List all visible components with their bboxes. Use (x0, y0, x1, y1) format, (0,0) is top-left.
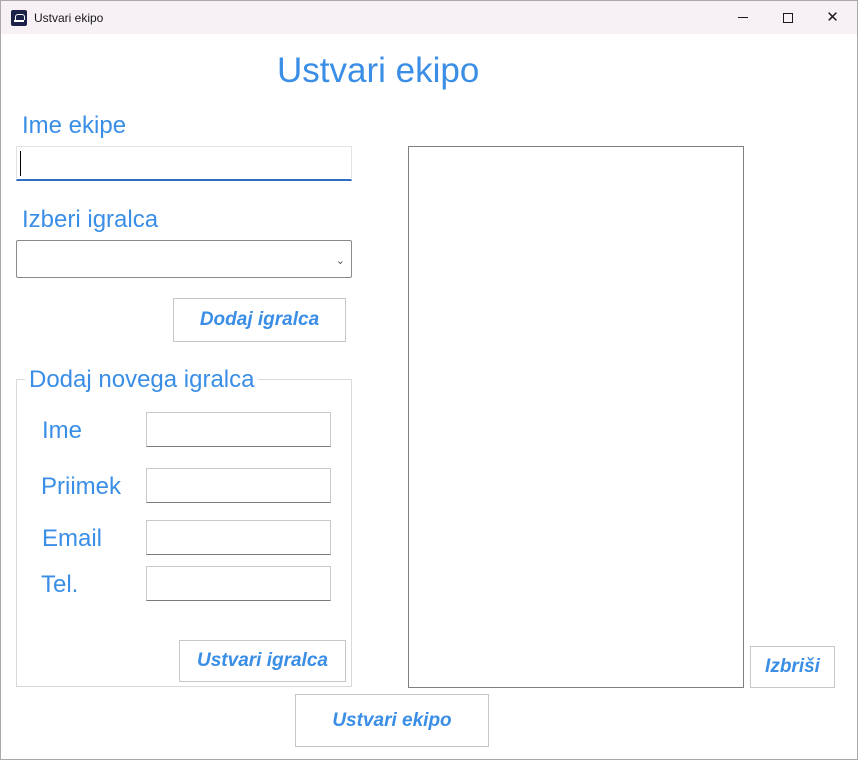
last-name-field[interactable] (146, 468, 331, 503)
close-button[interactable]: ✕ (810, 1, 855, 34)
new-player-legend: Dodaj novega igralca (25, 366, 259, 394)
email-field[interactable] (146, 520, 331, 555)
first-name-label: Ime (42, 417, 83, 444)
page-title: Ustvari ekipo (277, 51, 480, 90)
minimize-button[interactable] (720, 1, 765, 34)
phone-label: Tel. (41, 571, 79, 598)
minimize-icon (737, 17, 748, 18)
new-player-group: Dodaj novega igralca Ime Priimek Email T… (16, 366, 352, 687)
team-players-list[interactable] (408, 146, 744, 688)
close-icon: ✕ (826, 9, 839, 26)
last-name-label: Priimek (41, 473, 122, 500)
title-bar: Ustvari ekipo ✕ (1, 1, 857, 34)
app-window: Ustvari ekipo ✕ Ustvari ekipo Ime ekipe … (0, 0, 858, 760)
team-name-input[interactable] (16, 146, 352, 181)
app-icon (11, 10, 27, 26)
player-select-dropdown[interactable]: ⌄ (16, 240, 352, 278)
create-player-button[interactable]: Ustvari igralca (179, 640, 346, 682)
create-team-button[interactable]: Ustvari ekipo (295, 694, 489, 747)
window-title: Ustvari ekipo (34, 11, 104, 25)
maximize-icon (782, 12, 793, 23)
chevron-down-icon: ⌄ (335, 255, 345, 267)
maximize-button[interactable] (765, 1, 810, 34)
phone-field[interactable] (146, 566, 331, 601)
team-name-label: Ime ekipe (22, 112, 127, 139)
delete-button[interactable]: Izbriši (750, 646, 835, 688)
player-select-label: Izberi igralca (22, 206, 159, 233)
text-caret (20, 151, 21, 176)
add-player-button[interactable]: Dodaj igralca (173, 298, 346, 342)
email-label: Email (42, 525, 103, 552)
first-name-field[interactable] (146, 412, 331, 447)
